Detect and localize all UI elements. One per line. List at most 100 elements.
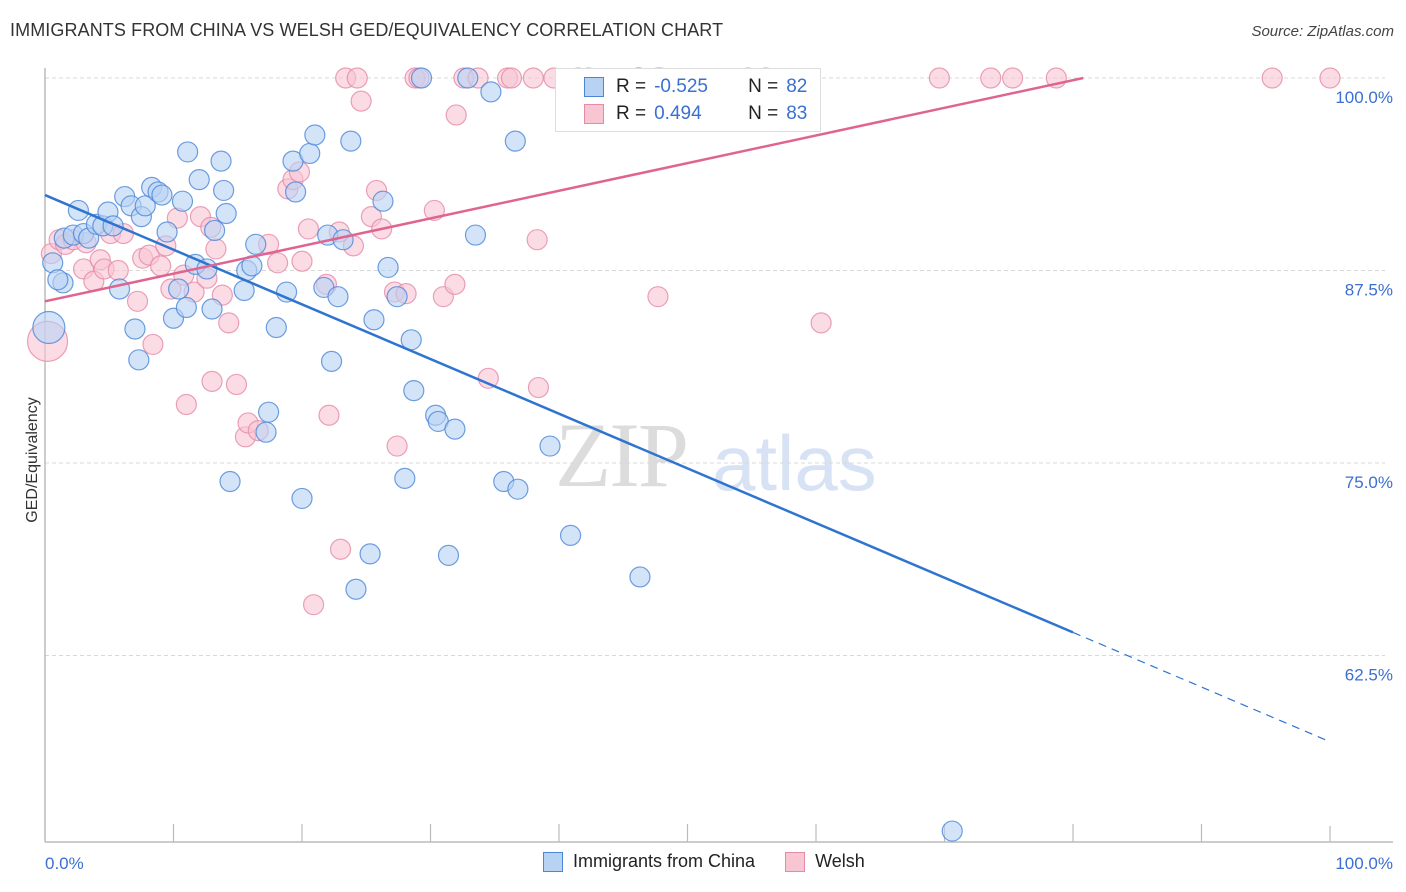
welsh-point (302, 594, 325, 616)
x-tick-label: 100.0% (1335, 854, 1393, 873)
china-point (304, 124, 326, 146)
china-point (265, 316, 287, 339)
legend-item-welsh[interactable]: Welsh (785, 851, 865, 872)
china-point (204, 219, 226, 242)
china-point (108, 278, 131, 300)
china-point (128, 349, 150, 371)
china-point (219, 470, 241, 493)
welsh-point (266, 252, 289, 274)
welsh-point (526, 229, 548, 251)
china-point (213, 179, 235, 202)
r-value: 0.494 (654, 103, 702, 124)
r-label: R = (616, 103, 647, 124)
china-point (359, 543, 381, 565)
welsh-point (1002, 67, 1024, 89)
china-point (444, 418, 466, 440)
china-point (539, 435, 561, 457)
welsh-point (928, 67, 950, 89)
welsh-point (522, 67, 544, 89)
gridlines (45, 77, 1385, 656)
china-point (245, 233, 267, 255)
n-value: 83 (786, 103, 808, 124)
welsh-swatch (785, 851, 806, 872)
china-point (171, 190, 194, 212)
welsh-point (150, 255, 172, 277)
welsh-point (175, 393, 197, 416)
china-point (386, 286, 408, 308)
china-point (168, 278, 190, 300)
welsh-point (225, 373, 248, 396)
china-point (629, 566, 651, 588)
china-point (464, 224, 487, 246)
welsh-point (291, 250, 313, 272)
china-point (403, 380, 425, 402)
welsh-point (350, 90, 372, 112)
welsh-point (444, 273, 466, 295)
china-point (507, 478, 529, 500)
welsh-point (329, 538, 352, 560)
welsh-swatch (584, 104, 604, 124)
n-label: N = (748, 103, 779, 124)
welsh-point (647, 286, 669, 308)
china-point (299, 142, 321, 165)
welsh-point (346, 67, 368, 89)
china-point (941, 820, 963, 842)
welsh-point (205, 238, 227, 260)
china-trend-extension (1072, 631, 1331, 743)
r-label: R = (616, 76, 647, 97)
x-tick-label: 0.0% (45, 854, 84, 873)
welsh-point (126, 290, 149, 312)
welsh-point (218, 312, 240, 334)
n-label: N = (748, 76, 779, 97)
legend-row-china: R = -0.525 N = 82 (584, 75, 807, 99)
china-swatch (584, 77, 604, 97)
welsh-point (980, 67, 1002, 89)
welsh-point (297, 218, 320, 240)
welsh-point (201, 370, 223, 392)
china-point (284, 181, 307, 203)
china-point (340, 130, 362, 152)
welsh-point (107, 259, 129, 282)
legend-item-china[interactable]: Immigrants from China (543, 851, 755, 872)
legend-label-welsh: Welsh (815, 851, 865, 871)
y-axis-label: GED/Equivalency (24, 397, 41, 522)
china-point (201, 298, 223, 320)
china-point (457, 67, 479, 89)
china-point (327, 286, 349, 308)
china-point (177, 141, 199, 163)
trend-lines (44, 76, 1331, 743)
scatter-plot: 100.0% 87.5% 75.0% 62.5% 0.0% 100.0% GED/Equi… (24, 67, 1393, 873)
welsh-point (142, 333, 164, 356)
china-point (345, 578, 367, 600)
welsh-point (1319, 67, 1341, 89)
china-point (437, 544, 460, 567)
welsh-point (318, 404, 340, 426)
r-value: -0.525 (654, 76, 708, 97)
china-swatch (543, 851, 563, 872)
china-point (47, 269, 69, 291)
china-point (124, 318, 146, 340)
china-point (151, 184, 173, 206)
legend-row-welsh: R = 0.494 N = 83 (584, 102, 807, 126)
y-tick-label: 87.5% (1345, 281, 1393, 300)
china-point (372, 190, 394, 212)
china-point (504, 130, 526, 152)
china-point (480, 81, 502, 103)
china-point (188, 169, 210, 191)
china-trend-line (44, 193, 1074, 634)
data-points (26, 67, 1341, 842)
y-tick-label: 62.5% (1345, 666, 1393, 685)
china-point (255, 421, 277, 443)
y-tick-label: 100.0% (1335, 88, 1393, 107)
welsh-point (527, 376, 550, 399)
welsh-point (386, 435, 408, 457)
y-tick-label: 75.0% (1345, 473, 1393, 492)
correlation-legend: R = -0.525 N = 82 R = 0.494 N = 83 (555, 68, 821, 132)
welsh-point (1261, 67, 1283, 89)
china-point (320, 350, 343, 372)
welsh-point (810, 312, 832, 334)
welsh-point (500, 67, 523, 89)
china-point (156, 221, 178, 243)
china-point (175, 296, 197, 319)
legend-label-china: Immigrants from China (573, 851, 756, 871)
